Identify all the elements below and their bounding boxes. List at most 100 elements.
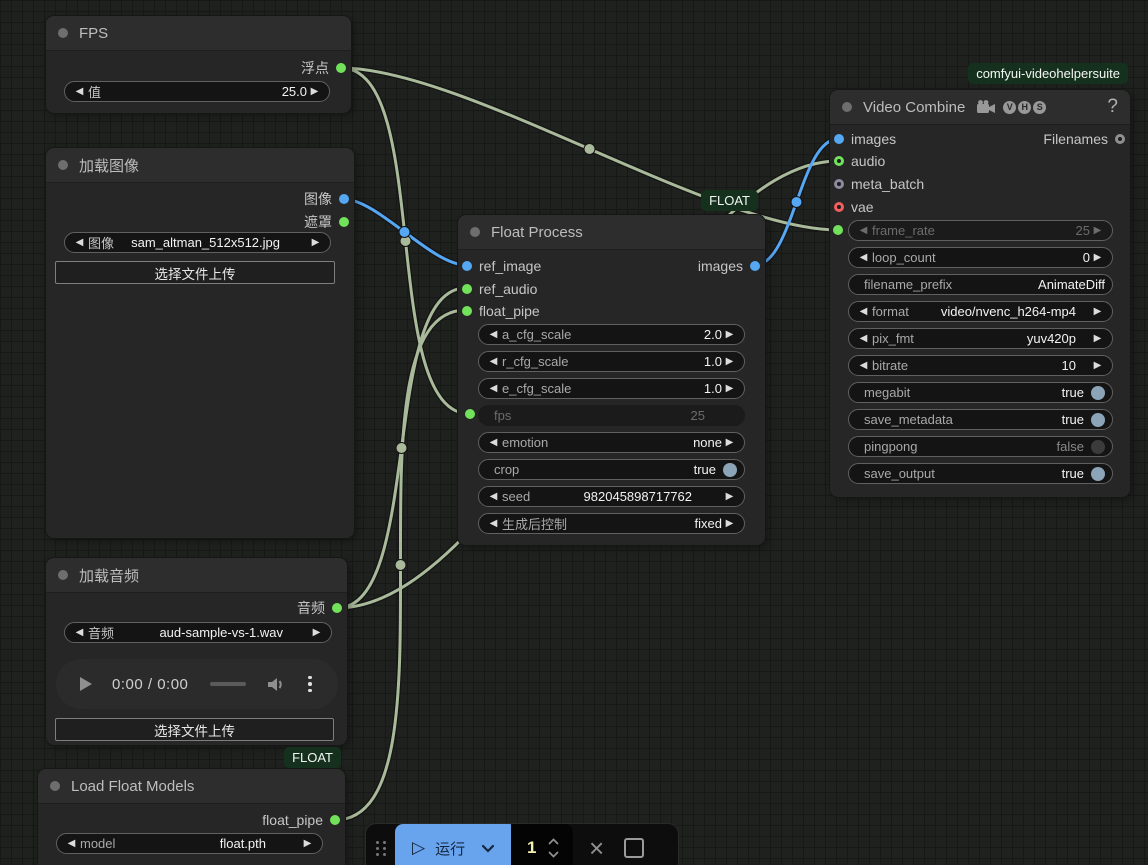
increment-arrow-icon[interactable]: ▶ xyxy=(1090,252,1105,263)
next-arrow-icon[interactable]: ▶ xyxy=(308,237,323,248)
port-dot[interactable] xyxy=(462,306,472,316)
port-dot[interactable] xyxy=(462,261,472,271)
input-port-ref-audio[interactable]: ref_audio xyxy=(462,278,537,300)
decrement-arrow-icon[interactable]: ◀ xyxy=(486,491,501,502)
node-video-combine-titlebar[interactable]: Video Combine V H S ? xyxy=(830,90,1130,125)
widget-e-cfg-scale[interactable]: ◀ e_cfg_scale 1.0 ▶ xyxy=(478,378,745,399)
decrement-arrow-icon[interactable]: ◀ xyxy=(856,225,871,236)
decrement-arrow-icon[interactable]: ◀ xyxy=(486,356,501,367)
queue-toolbar[interactable]: ▷ 运行 1 × xyxy=(366,824,678,865)
fps-input-dot[interactable] xyxy=(465,409,475,419)
widget-control-after-generate[interactable]: ◀ 生成后控制 fixed ▶ xyxy=(478,513,745,534)
link-midpoint-dot[interactable] xyxy=(398,226,411,238)
spinner-up-icon[interactable] xyxy=(548,838,559,845)
output-port-float[interactable]: 浮点 xyxy=(301,57,346,79)
volume-icon[interactable] xyxy=(266,676,286,693)
prev-arrow-icon[interactable]: ◀ xyxy=(486,437,501,448)
node-video-combine[interactable]: comfyui-videohelpersuite Video Combine V… xyxy=(830,63,1130,497)
prev-arrow-icon[interactable]: ◀ xyxy=(64,838,79,849)
output-port-audio[interactable]: 音频 xyxy=(297,597,342,619)
widget-r-cfg-scale[interactable]: ◀ r_cfg_scale 1.0 ▶ xyxy=(478,351,745,372)
input-port-float-pipe[interactable]: float_pipe xyxy=(462,300,540,322)
increment-arrow-icon[interactable]: ▶ xyxy=(722,356,737,367)
input-port-vae[interactable]: vae xyxy=(834,196,874,218)
next-arrow-icon[interactable]: ▶ xyxy=(309,627,324,638)
widget-pingpong-toggle[interactable]: pingpong false xyxy=(848,436,1113,457)
widget-bitrate[interactable]: ◀ bitrate 10 ▶ xyxy=(848,355,1113,376)
toggle-knob[interactable] xyxy=(1091,439,1105,454)
decrement-arrow-icon[interactable]: ◀ xyxy=(486,329,501,340)
run-button[interactable]: ▷ 运行 xyxy=(395,824,517,865)
widget-model-select[interactable]: ◀ model float.pth ▶ xyxy=(56,833,323,854)
widget-image-select[interactable]: ◀ 图像 sam_altman_512x512.jpg ▶ xyxy=(64,232,331,253)
audio-player[interactable]: 0:00 / 0:00 xyxy=(56,659,338,709)
help-icon[interactable]: ? xyxy=(1107,96,1118,118)
port-dot[interactable] xyxy=(834,134,844,144)
node-load-audio[interactable]: 加载音频 音频 ◀ 音频 aud-sample-vs-1.wav ▶ 0:00 … xyxy=(46,558,347,745)
decrement-arrow-icon[interactable]: ◀ xyxy=(856,252,871,263)
node-float-process-titlebar[interactable]: Float Process xyxy=(458,215,765,250)
next-arrow-icon[interactable]: ▶ xyxy=(722,518,737,529)
widget-pix-fmt[interactable]: ◀ pix_fmt yuv420p ▶ xyxy=(848,328,1113,349)
port-dot[interactable] xyxy=(834,156,844,166)
audio-seek-slider[interactable] xyxy=(210,682,247,686)
output-port-filenames[interactable]: Filenames xyxy=(1043,128,1125,150)
widget-audio-select[interactable]: ◀ 音频 aud-sample-vs-1.wav ▶ xyxy=(64,622,332,643)
node-fps-titlebar[interactable]: FPS xyxy=(46,16,351,51)
port-dot[interactable] xyxy=(834,179,844,189)
batch-count-box[interactable]: 1 xyxy=(511,824,573,865)
widget-emotion[interactable]: ◀ emotion none ▶ xyxy=(478,432,745,453)
node-fps[interactable]: FPS 浮点 ◀ 值 25.0 ▶ xyxy=(46,16,351,113)
spinner-down-icon[interactable] xyxy=(548,851,559,858)
collapse-dot[interactable] xyxy=(58,570,68,580)
drag-handle-icon[interactable] xyxy=(376,840,387,856)
node-graph-canvas[interactable]: FPS 浮点 ◀ 值 25.0 ▶ 加载图像 图像 遮罩 ◀ 图像 sam_al… xyxy=(0,0,1148,865)
input-port-meta-batch[interactable]: meta_batch xyxy=(834,173,924,195)
prev-arrow-icon[interactable]: ◀ xyxy=(486,518,501,529)
link-midpoint-dot[interactable] xyxy=(790,196,803,208)
node-load-image-titlebar[interactable]: 加载图像 xyxy=(46,148,354,183)
port-dot[interactable] xyxy=(336,63,346,73)
widget-loop-count[interactable]: ◀ loop_count 0 ▶ xyxy=(848,247,1113,268)
stop-icon[interactable] xyxy=(624,838,645,858)
node-load-float-models-titlebar[interactable]: Load Float Models xyxy=(38,769,345,804)
port-dot[interactable] xyxy=(1115,134,1125,144)
next-arrow-icon[interactable]: ▶ xyxy=(1090,333,1105,344)
next-arrow-icon[interactable]: ▶ xyxy=(722,437,737,448)
frame-rate-input-dot[interactable] xyxy=(833,225,843,235)
run-options-chevron-icon[interactable] xyxy=(481,844,495,853)
widget-frame-rate[interactable]: ◀ frame_rate 25 ▶ xyxy=(848,220,1113,241)
port-dot[interactable] xyxy=(750,261,760,271)
prev-arrow-icon[interactable]: ◀ xyxy=(856,306,871,317)
widget-crop-toggle[interactable]: crop true xyxy=(478,459,745,480)
link-midpoint-dot[interactable] xyxy=(583,143,596,155)
upload-file-button[interactable]: 选择文件上传 xyxy=(55,261,335,284)
port-dot[interactable] xyxy=(339,194,349,204)
prev-arrow-icon[interactable]: ◀ xyxy=(856,333,871,344)
node-load-image[interactable]: 加载图像 图像 遮罩 ◀ 图像 sam_altman_512x512.jpg ▶… xyxy=(46,148,354,538)
toggle-knob[interactable] xyxy=(1091,412,1105,427)
collapse-dot[interactable] xyxy=(470,227,480,237)
port-dot[interactable] xyxy=(330,815,340,825)
widget-format[interactable]: ◀ format video/nvenc_h264-mp4 ▶ xyxy=(848,301,1113,322)
toggle-knob[interactable] xyxy=(1091,466,1105,481)
node-load-float-models[interactable]: FLOAT Load Float Models float_pipe ◀ mod… xyxy=(38,747,345,865)
decrement-arrow-icon[interactable]: ◀ xyxy=(486,383,501,394)
output-port-mask[interactable]: 遮罩 xyxy=(304,211,349,233)
increment-arrow-icon[interactable]: ▶ xyxy=(1090,225,1105,236)
port-dot[interactable] xyxy=(339,217,349,227)
decrement-arrow-icon[interactable]: ◀ xyxy=(72,86,87,97)
widget-seed[interactable]: ◀ seed 982045898717762 ▶ xyxy=(478,486,745,507)
next-arrow-icon[interactable]: ▶ xyxy=(1090,306,1105,317)
increment-arrow-icon[interactable]: ▶ xyxy=(722,383,737,394)
audio-menu-icon[interactable] xyxy=(308,675,312,693)
widget-value[interactable]: ◀ 值 25.0 ▶ xyxy=(64,81,330,102)
prev-arrow-icon[interactable]: ◀ xyxy=(72,627,87,638)
clear-queue-icon[interactable]: × xyxy=(589,835,604,861)
output-port-images[interactable]: images xyxy=(698,255,760,277)
widget-megabit-toggle[interactable]: megabit true xyxy=(848,382,1113,403)
batch-count-value[interactable]: 1 xyxy=(527,838,536,858)
widget-save-metadata-toggle[interactable]: save_metadata true xyxy=(848,409,1113,430)
next-arrow-icon[interactable]: ▶ xyxy=(300,838,315,849)
upload-file-button[interactable]: 选择文件上传 xyxy=(55,718,334,741)
